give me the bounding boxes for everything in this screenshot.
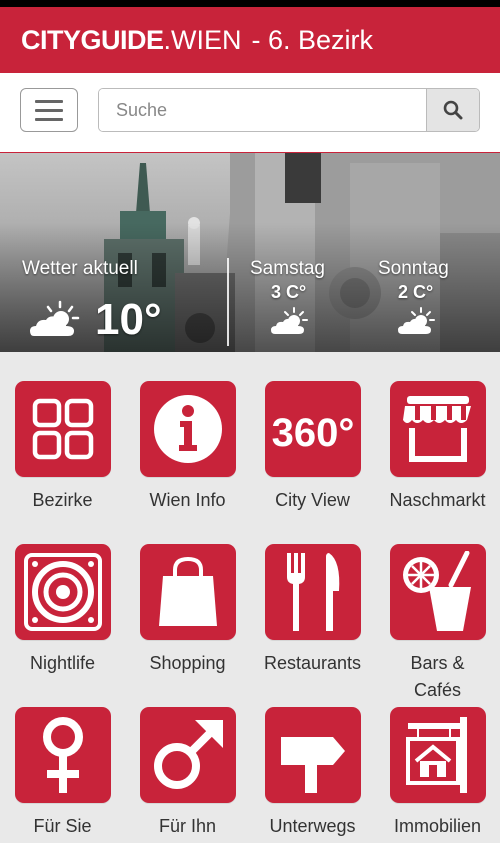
tile-label: Nightlife [29,653,96,673]
magnifier-icon [443,100,463,120]
brand-city: .WIEN [163,24,242,55]
svg-text:360°: 360° [271,411,354,454]
tile-fuer-ihn[interactable]: Für Ihn [125,707,250,840]
tile-label: Naschmarkt [389,490,486,510]
360-icon: 360° [271,411,354,454]
search-button[interactable] [426,89,479,131]
tile-label: Immobilien [393,816,482,836]
forecast-day-1: Samstag [250,258,325,279]
male-icon [153,720,223,789]
tile-label: Bars & Cafés [410,653,465,700]
search-bar [0,73,500,153]
info-icon [153,395,222,463]
tile-label: Unterwegs [269,816,356,836]
tile-wien-info[interactable]: Wien Info [125,381,250,514]
partly-cloudy-icon [30,300,80,336]
weather-current-label: Wetter aktuell [22,258,138,279]
partly-cloudy-icon [398,307,435,334]
market-stall-icon [402,396,471,462]
house-sign-icon [405,717,467,793]
tile-label: Restaurants [263,653,362,673]
weather-divider [227,258,229,346]
search-group [98,88,480,132]
weather-current-temp: 10° [95,295,162,344]
tile-unterwegs[interactable]: Unterwegs [250,707,375,840]
tile-immobilien[interactable]: Immobilien [375,707,500,840]
cutlery-icon [286,553,339,631]
tile-label: City View [275,490,350,510]
tile-bezirke[interactable]: Bezirke [0,381,125,514]
forecast-temp-1: 3 C° [271,282,307,302]
tile-label: Für Sie [33,816,92,836]
weather-hero: Wetter aktuell 10° Samstag 3 C° Sonntag … [0,153,500,352]
status-bar [0,0,500,7]
district-title: - 6. Bezirk [251,24,374,55]
tile-fuer-sie[interactable]: Für Sie [0,707,125,840]
hamburger-icon [35,99,63,103]
tile-label: Shopping [149,653,226,673]
tile-label: Für Ihn [158,816,217,836]
tile-bars-cafes[interactable]: Bars & Cafés [375,544,500,704]
tile-label: Wien Info [149,490,226,510]
shopping-bag-icon [158,556,217,626]
tile-nightlife[interactable]: Nightlife [0,544,125,677]
app-header: CITYGUIDE .WIEN - 6. Bezirk [0,7,500,73]
brand-name: CITYGUIDE [21,24,164,55]
search-input[interactable] [99,89,426,131]
tile-city-view[interactable]: 360° City View [250,381,375,514]
forecast-temp-2: 2 C° [398,282,434,302]
signpost-icon [280,737,345,793]
drink-icon [402,551,471,631]
tile-naschmarkt[interactable]: Naschmarkt [375,381,500,514]
female-icon [42,717,83,793]
grid-icon [32,398,93,460]
tile-shopping[interactable]: Shopping [125,544,250,677]
category-grid: Bezirke Wien Info 360° City View Naschma… [0,352,500,843]
partly-cloudy-icon [271,307,308,334]
tile-label: Bezirke [32,490,93,510]
forecast-day-2: Sonntag [378,258,449,279]
tile-restaurants[interactable]: Restaurants [250,544,375,677]
speaker-icon [23,553,102,631]
menu-button[interactable] [20,88,78,132]
